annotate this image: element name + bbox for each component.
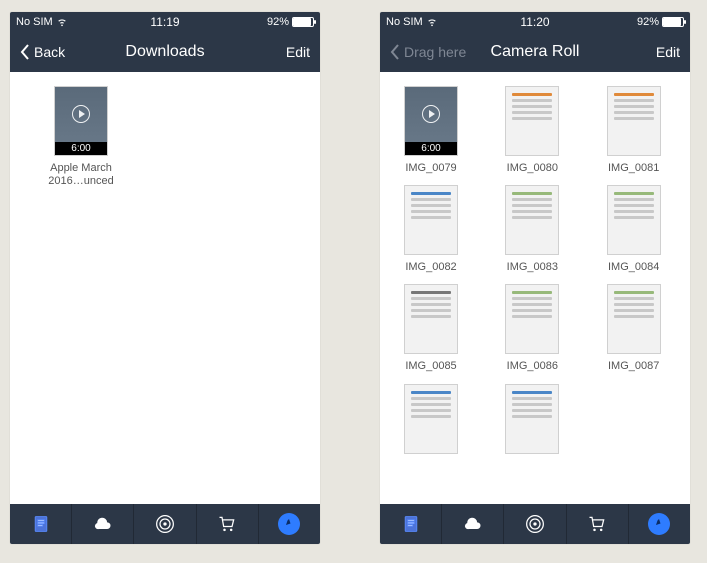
grid-item[interactable] (487, 384, 577, 460)
tab-cart[interactable] (567, 504, 629, 544)
carrier-text: No SIM (386, 16, 423, 28)
tab-hotspot[interactable] (134, 504, 196, 544)
grid-item[interactable]: 6:00 IMG_0079 (386, 86, 476, 175)
screenshot-thumbnail (607, 86, 661, 156)
play-icon (72, 105, 90, 123)
status-bar: No SIM 11:19 92% (10, 12, 320, 32)
thumbnail-content (614, 93, 654, 149)
thumbnail-content (512, 291, 552, 347)
screenshot-thumbnail (505, 86, 559, 156)
item-caption: IMG_0081 (608, 162, 659, 175)
cloud-icon (463, 514, 483, 534)
screenshot-thumbnail (505, 384, 559, 454)
content-area[interactable]: 6:00 Apple March 2016…unced (10, 72, 320, 504)
video-duration: 6:00 (55, 142, 107, 155)
cart-icon (217, 514, 237, 534)
edit-button[interactable]: Edit (656, 44, 680, 60)
grid-item[interactable]: IMG_0083 (487, 185, 577, 274)
compass-icon (278, 513, 300, 535)
thumbnail-content (614, 291, 654, 347)
grid-item[interactable]: IMG_0085 (386, 284, 476, 373)
back-label: Drag here (404, 44, 466, 60)
document-icon (31, 514, 51, 534)
video-thumbnail: 6:00 (404, 86, 458, 156)
grid-item[interactable]: IMG_0081 (589, 86, 679, 175)
thumbnail-content (411, 291, 451, 347)
item-caption: IMG_0087 (608, 360, 659, 373)
grid-item[interactable] (386, 384, 476, 460)
tab-cloud[interactable] (72, 504, 134, 544)
video-thumbnail: 6:00 (54, 86, 108, 156)
item-caption: IMG_0080 (507, 162, 558, 175)
tab-document[interactable] (10, 504, 72, 544)
camera-roll-grid: 6:00 IMG_0079 IMG_0080 IMG_0081 IMG_0082 IMG_… (386, 86, 684, 460)
thumbnail-content (512, 93, 552, 149)
grid-item[interactable]: 6:00 Apple March 2016…unced (36, 86, 126, 188)
battery-text: 92% (637, 16, 659, 28)
item-caption: IMG_0083 (507, 261, 558, 274)
tab-hotspot[interactable] (504, 504, 566, 544)
battery-text: 92% (267, 16, 289, 28)
tab-cart[interactable] (197, 504, 259, 544)
nav-bar: Drag here Camera Roll Edit (380, 32, 690, 72)
back-button[interactable]: Back (20, 44, 65, 60)
screenshot-thumbnail (607, 185, 661, 255)
battery-icon (662, 17, 684, 27)
screenshot-thumbnail (404, 384, 458, 454)
screenshot-thumbnail (404, 185, 458, 255)
back-label: Back (34, 44, 65, 60)
screenshot-thumbnail (505, 185, 559, 255)
chevron-left-icon (20, 44, 30, 60)
tab-cloud[interactable] (442, 504, 504, 544)
chevron-left-icon (390, 44, 400, 60)
status-bar: No SIM 11:20 92% (380, 12, 690, 32)
tab-document[interactable] (380, 504, 442, 544)
thumbnail-content (411, 192, 451, 248)
item-caption: Apple March 2016…unced (38, 162, 124, 188)
nav-bar: Back Downloads Edit (10, 32, 320, 72)
tab-compass[interactable] (629, 504, 690, 544)
back-button[interactable]: Drag here (390, 44, 466, 60)
tab-bar (380, 504, 690, 544)
item-caption: IMG_0085 (405, 360, 456, 373)
screenshot-thumbnail (607, 284, 661, 354)
tab-bar (10, 504, 320, 544)
grid-item[interactable]: IMG_0080 (487, 86, 577, 175)
item-caption: IMG_0079 (405, 162, 456, 175)
camera-roll-screen: No SIM 11:20 92% Drag here Camera Roll E… (380, 12, 690, 544)
grid-item[interactable]: IMG_0087 (589, 284, 679, 373)
wifi-icon (56, 17, 68, 27)
downloads-screen: No SIM 11:19 92% Back Downloads Edit 6:0… (10, 12, 320, 544)
play-icon (422, 105, 440, 123)
grid-item[interactable]: IMG_0086 (487, 284, 577, 373)
compass-icon (648, 513, 670, 535)
carrier-text: No SIM (16, 16, 53, 28)
screenshot-thumbnail (404, 284, 458, 354)
thumbnail-content (411, 391, 451, 447)
content-area[interactable]: 6:00 IMG_0079 IMG_0080 IMG_0081 IMG_0082 IMG_… (380, 72, 690, 504)
thumbnail-content (512, 391, 552, 447)
cloud-icon (93, 514, 113, 534)
tab-compass[interactable] (259, 504, 320, 544)
cart-icon (587, 514, 607, 534)
downloads-grid: 6:00 Apple March 2016…unced (16, 86, 314, 188)
document-icon (401, 514, 421, 534)
item-caption: IMG_0086 (507, 360, 558, 373)
hotspot-icon (525, 514, 545, 534)
battery-icon (292, 17, 314, 27)
hotspot-icon (155, 514, 175, 534)
wifi-icon (426, 17, 438, 27)
edit-button[interactable]: Edit (286, 44, 310, 60)
thumbnail-content (512, 192, 552, 248)
item-caption: IMG_0082 (405, 261, 456, 274)
grid-item[interactable]: IMG_0082 (386, 185, 476, 274)
thumbnail-content (614, 192, 654, 248)
video-duration: 6:00 (405, 142, 457, 155)
grid-item[interactable]: IMG_0084 (589, 185, 679, 274)
item-caption: IMG_0084 (608, 261, 659, 274)
screenshot-thumbnail (505, 284, 559, 354)
